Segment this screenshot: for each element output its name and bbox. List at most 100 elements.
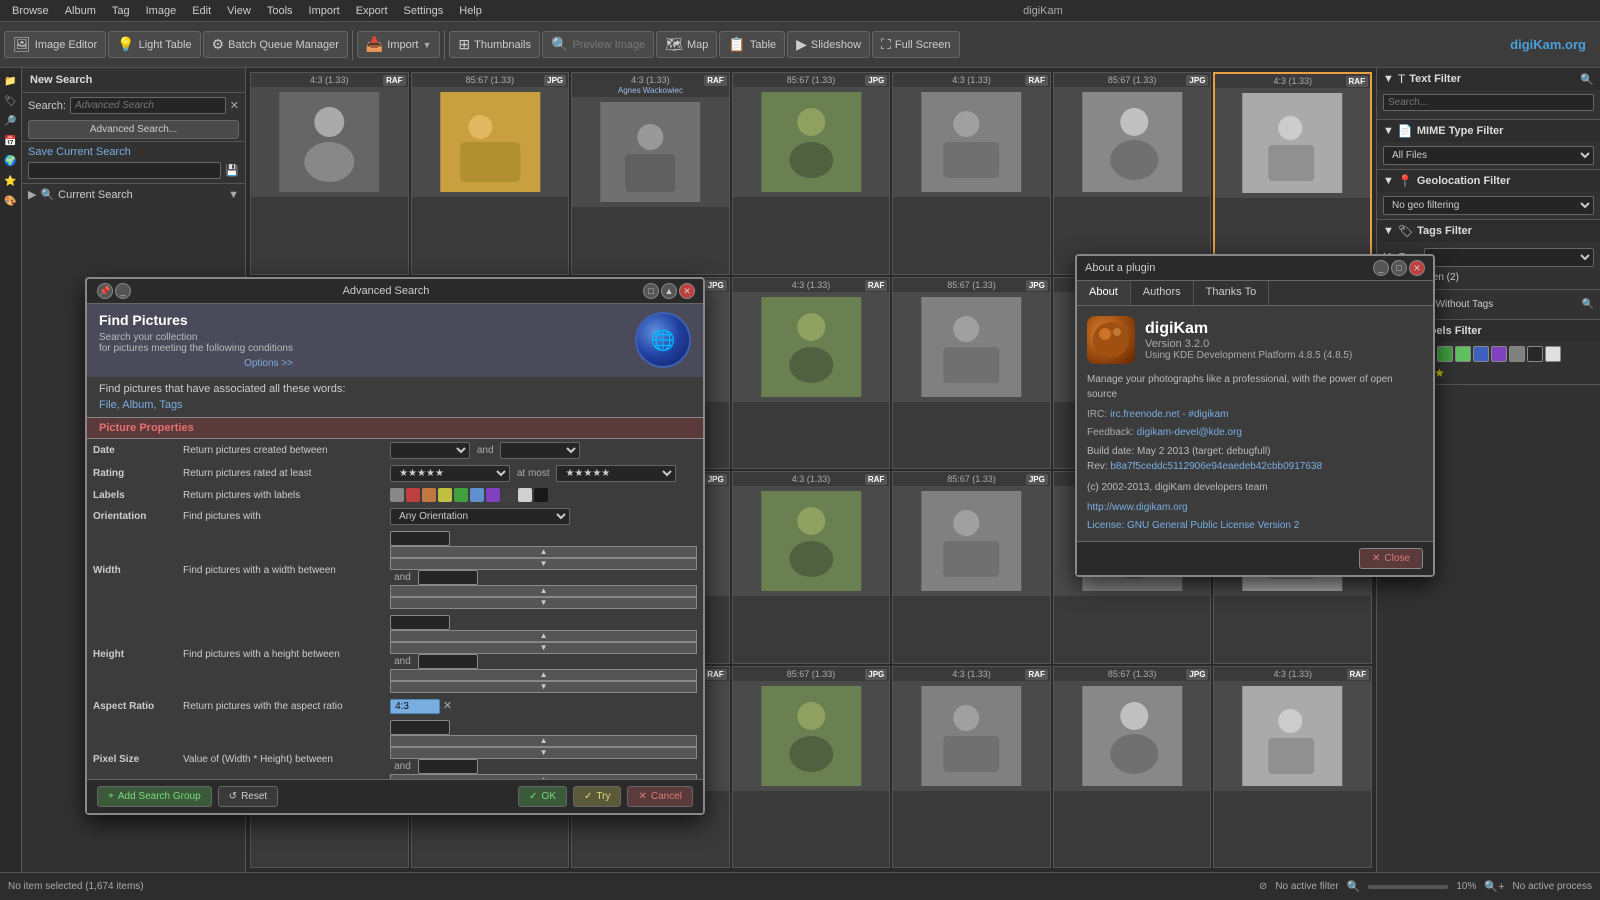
sidebar-icon-6[interactable]: ⭐ — [2, 172, 20, 190]
ls-black[interactable] — [534, 488, 548, 502]
save-icon[interactable]: 💾 — [225, 164, 239, 177]
add-search-group-btn[interactable]: + Add Search Group — [97, 786, 212, 807]
save-current-search-link[interactable]: Save Current Search — [28, 146, 239, 158]
about-close-btn[interactable]: ✕ — [1409, 260, 1425, 276]
orientation-select[interactable]: Any Orientation — [390, 508, 570, 525]
tags-filter-header[interactable]: ▼ 🏷 Tags Filter — [1377, 220, 1600, 242]
aspect-input[interactable] — [390, 699, 440, 714]
photo-cell[interactable]: 4:3 (1.33)RAF — [732, 277, 891, 470]
height-from-input[interactable] — [390, 615, 450, 630]
menubar-help[interactable]: Help — [451, 3, 490, 19]
menubar-browse[interactable]: Browse — [4, 3, 57, 19]
photo-cell[interactable]: 4:3 (1.33)RAF — [892, 666, 1051, 869]
pixel-down-btn[interactable]: ▼ — [390, 747, 697, 759]
my-tags-select[interactable] — [1424, 248, 1594, 267]
map-button[interactable]: 🗺 Map — [656, 31, 717, 58]
rating-select[interactable]: ★★★★★ — [390, 465, 510, 482]
width-up-btn[interactable]: ▲ — [390, 546, 697, 558]
search-filter-icon[interactable]: 🔍 — [1580, 73, 1594, 86]
zoom-slider[interactable] — [1368, 885, 1448, 889]
ls-gray[interactable] — [390, 488, 404, 502]
properties-scroll[interactable]: Date Return pictures created between and… — [87, 439, 703, 779]
photo-cell[interactable]: 85:67 (1.33)JPG — [411, 72, 570, 275]
menubar-tools[interactable]: Tools — [259, 3, 301, 19]
about-tab-thanks[interactable]: Thanks To — [1194, 281, 1270, 305]
menubar-tag[interactable]: Tag — [104, 3, 138, 19]
mime-filter-select[interactable]: All Files — [1383, 146, 1594, 165]
width-to-down-btn[interactable]: ▼ — [390, 597, 697, 609]
sidebar-icon-7[interactable]: 🎨 — [2, 192, 20, 210]
sidebar-icon-3[interactable]: 🔎 — [2, 112, 20, 130]
adv-dialog-maximize-btn[interactable]: ▲ — [661, 283, 677, 299]
import-dropdown-arrow[interactable]: ▼ — [422, 40, 431, 50]
ls-purple[interactable] — [486, 488, 500, 502]
menubar-album[interactable]: Album — [57, 3, 104, 19]
photo-cell[interactable]: 85:67 (1.33)JPG — [1053, 666, 1212, 869]
label-purple[interactable] — [1491, 346, 1507, 362]
ls-yellow[interactable] — [438, 488, 452, 502]
ls-white[interactable] — [518, 488, 532, 502]
options-link[interactable]: Options >> — [99, 358, 293, 369]
images-without-tags-search-icon[interactable]: 🔍 — [1582, 299, 1594, 310]
menubar-image[interactable]: Image — [138, 3, 185, 19]
sidebar-icon-1[interactable]: 📁 — [2, 72, 20, 90]
date-to-select[interactable] — [500, 442, 580, 459]
ls-darkgray[interactable] — [502, 488, 516, 502]
label-blue[interactable] — [1473, 346, 1489, 362]
photo-cell[interactable]: 85:67 (1.33)JPG — [892, 277, 1051, 470]
advanced-search-button[interactable]: Advanced Search... — [28, 120, 239, 139]
ok-btn[interactable]: ✓ OK — [518, 786, 567, 807]
about-tab-about[interactable]: About — [1077, 281, 1131, 305]
ls-orange[interactable] — [422, 488, 436, 502]
date-from-select[interactable] — [390, 442, 470, 459]
photo-cell[interactable]: 85:67 (1.33)JPG — [732, 72, 891, 275]
light-table-button[interactable]: 💡 Light Table — [108, 31, 200, 58]
menubar-edit[interactable]: Edit — [184, 3, 219, 19]
adv-dialog-pin-btn[interactable]: 📌 — [97, 283, 113, 299]
photo-cell[interactable]: 4:3 (1.33)RAF — [1213, 666, 1372, 869]
current-search-header[interactable]: ▶ 🔍 Current Search ▼ — [28, 188, 239, 201]
about-tab-authors[interactable]: Authors — [1131, 281, 1194, 305]
photo-cell[interactable]: 4:3 (1.33)RAF — [732, 471, 891, 664]
save-search-field[interactable] — [28, 162, 221, 179]
label-darkgreen[interactable] — [1437, 346, 1453, 362]
star-5[interactable]: ★ — [1434, 366, 1445, 380]
about-close-button[interactable]: ✕ Close — [1359, 548, 1423, 569]
photo-cell[interactable]: 85:67 (1.33)JPG — [892, 471, 1051, 664]
sidebar-icon-5[interactable]: 🌍 — [2, 152, 20, 170]
photo-cell[interactable]: 85:67 (1.33)JPG — [732, 666, 891, 869]
photo-cell[interactable]: 4:3 (1.33)RAF — [892, 72, 1051, 275]
text-filter-header[interactable]: ▼ T Text Filter 🔍 — [1377, 68, 1600, 90]
try-btn[interactable]: ✓ Try — [573, 786, 621, 807]
menubar-import[interactable]: Import — [301, 3, 348, 19]
feedback-email[interactable]: digikam-devel@kde.org — [1137, 427, 1242, 438]
height-to-input[interactable] — [418, 654, 478, 669]
geo-filter-header[interactable]: ▼ 📍 Geolocation Filter — [1377, 170, 1600, 192]
sidebar-icon-4[interactable]: 📅 — [2, 132, 20, 150]
file-album-tags-link[interactable]: File, Album, Tags — [99, 399, 183, 411]
irc-value[interactable]: irc.freenode.net - #digikam — [1110, 409, 1228, 420]
preview-image-button[interactable]: 🔍 Preview Image — [542, 31, 654, 58]
search-clear-icon[interactable]: ✕ — [230, 99, 239, 112]
cancel-btn[interactable]: ✕ Cancel — [627, 786, 693, 807]
photo-cell[interactable]: 4:3 (1.33)Agnes WackowiecRAF — [571, 72, 730, 275]
adv-dialog-close-btn[interactable]: ✕ — [679, 283, 695, 299]
zoom-in-icon[interactable]: 🔍+ — [1484, 880, 1504, 893]
mime-filter-header[interactable]: ▼ 📄 MIME Type Filter — [1377, 120, 1600, 142]
height-up-btn[interactable]: ▲ — [390, 630, 697, 642]
import-button[interactable]: 📥 Import ▼ — [357, 31, 441, 58]
current-search-dropdown[interactable]: ▼ — [228, 189, 239, 201]
website-link[interactable]: http://www.digikam.org — [1087, 502, 1188, 513]
table-button[interactable]: 📋 Table — [719, 31, 785, 58]
pixel-to-up-btn[interactable]: ▲ — [390, 774, 697, 779]
menubar-settings[interactable]: Settings — [396, 3, 452, 19]
adv-dialog-minimize-btn[interactable]: _ — [115, 283, 131, 299]
ls-green[interactable] — [454, 488, 468, 502]
label-white[interactable] — [1545, 346, 1561, 362]
thumbnails-button[interactable]: ⊞ Thumbnails — [449, 31, 540, 58]
pixel-up-btn[interactable]: ▲ — [390, 735, 697, 747]
image-editor-button[interactable]: 🖼 Image Editor — [4, 31, 106, 58]
batch-queue-button[interactable]: ⚙ Batch Queue Manager — [203, 31, 348, 58]
ls-lblue[interactable] — [470, 488, 484, 502]
photo-cell[interactable]: 4:3 (1.33)RAF — [1213, 72, 1372, 275]
